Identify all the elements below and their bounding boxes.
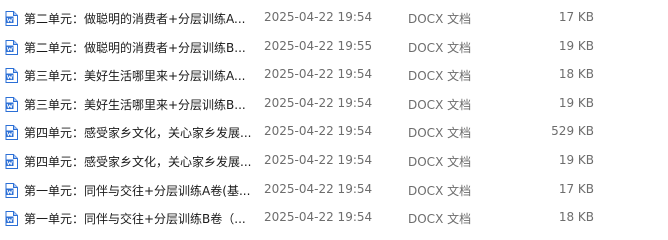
file-size: 18 KB [558, 210, 594, 225]
file-type: DOCX 文档 [408, 40, 472, 55]
file-size: 529 KB [551, 124, 594, 139]
file-name: 第一单元：同伴与交往+分层训练A卷(基... [24, 183, 251, 198]
file-type: DOCX 文档 [408, 126, 472, 141]
file-name: 第三单元：美好生活哪里来+分层训练B... [24, 97, 246, 112]
file-type: DOCX 文档 [408, 97, 472, 112]
word-doc-icon [5, 182, 18, 198]
file-row[interactable]: 第四单元：感受家乡文化，关心家乡发展... 2025-04-22 19:54 DOC… [0, 146, 668, 175]
file-modified-date: 2025-04-22 19:54 [264, 181, 373, 196]
file-row[interactable]: 第四单元：感受家乡文化，关心家乡发展... 2025-04-22 19:54 DOC… [0, 117, 668, 146]
file-name: 第四单元：感受家乡文化，关心家乡发展... [24, 154, 252, 169]
file-modified-date: 2025-04-22 19:55 [264, 38, 373, 53]
file-modified-date: 2025-04-22 19:54 [264, 10, 373, 24]
file-size: 19 KB [558, 38, 594, 53]
file-name: 第三单元：美好生活哪里来+分层训练A... [24, 69, 246, 84]
file-row[interactable]: 第二单元：做聪明的消费者+分层训练A... 2025-04-22 19:54 DOC… [0, 3, 668, 32]
word-doc-icon [5, 96, 18, 112]
file-type: DOCX 文档 [408, 212, 472, 227]
file-list: 第二单元：做聪明的消费者+分层训练A... 2025-04-22 19:54 DOC… [0, 0, 668, 240]
file-type: DOCX 文档 [408, 183, 472, 198]
file-size: 17 KB [558, 10, 594, 24]
file-name: 第二单元：做聪明的消费者+分层训练B... [24, 40, 246, 55]
word-doc-icon [5, 11, 18, 26]
file-size: 18 KB [558, 67, 594, 82]
file-name: 第四单元：感受家乡文化，关心家乡发展... [24, 126, 252, 141]
file-size: 19 KB [558, 152, 594, 167]
file-size: 19 KB [558, 95, 594, 110]
word-doc-icon [5, 153, 18, 169]
word-doc-icon [5, 125, 18, 141]
word-doc-icon [5, 68, 18, 84]
file-row[interactable]: 第二单元：做聪明的消费者+分层训练B... 2025-04-22 19:55 DOC… [0, 32, 668, 61]
file-row[interactable]: 第一单元：同伴与交往+分层训练B卷（... 2025-04-22 19:54 DOC… [0, 203, 668, 232]
file-type: DOCX 文档 [408, 12, 472, 26]
file-modified-date: 2025-04-22 19:54 [264, 152, 373, 167]
file-name: 第二单元：做聪明的消费者+分层训练A... [24, 12, 246, 26]
file-size: 17 KB [558, 181, 594, 196]
file-name: 第一单元：同伴与交往+分层训练B卷（... [24, 212, 246, 227]
file-modified-date: 2025-04-22 19:54 [264, 95, 373, 110]
word-doc-icon [5, 39, 18, 55]
word-doc-icon [5, 211, 18, 227]
file-modified-date: 2025-04-22 19:54 [264, 210, 373, 225]
file-type: DOCX 文档 [408, 69, 472, 84]
file-row[interactable]: 第三单元：美好生活哪里来+分层训练A... 2025-04-22 19:54 DOC… [0, 60, 668, 89]
file-row[interactable]: 第一单元：同伴与交往+分层训练A卷(基... 2025-04-22 19:54 DO… [0, 175, 668, 204]
file-modified-date: 2025-04-22 19:54 [264, 124, 373, 139]
file-type: DOCX 文档 [408, 154, 472, 169]
file-modified-date: 2025-04-22 19:54 [264, 67, 373, 82]
file-row[interactable]: 第三单元：美好生活哪里来+分层训练B... 2025-04-22 19:54 DOC… [0, 89, 668, 118]
